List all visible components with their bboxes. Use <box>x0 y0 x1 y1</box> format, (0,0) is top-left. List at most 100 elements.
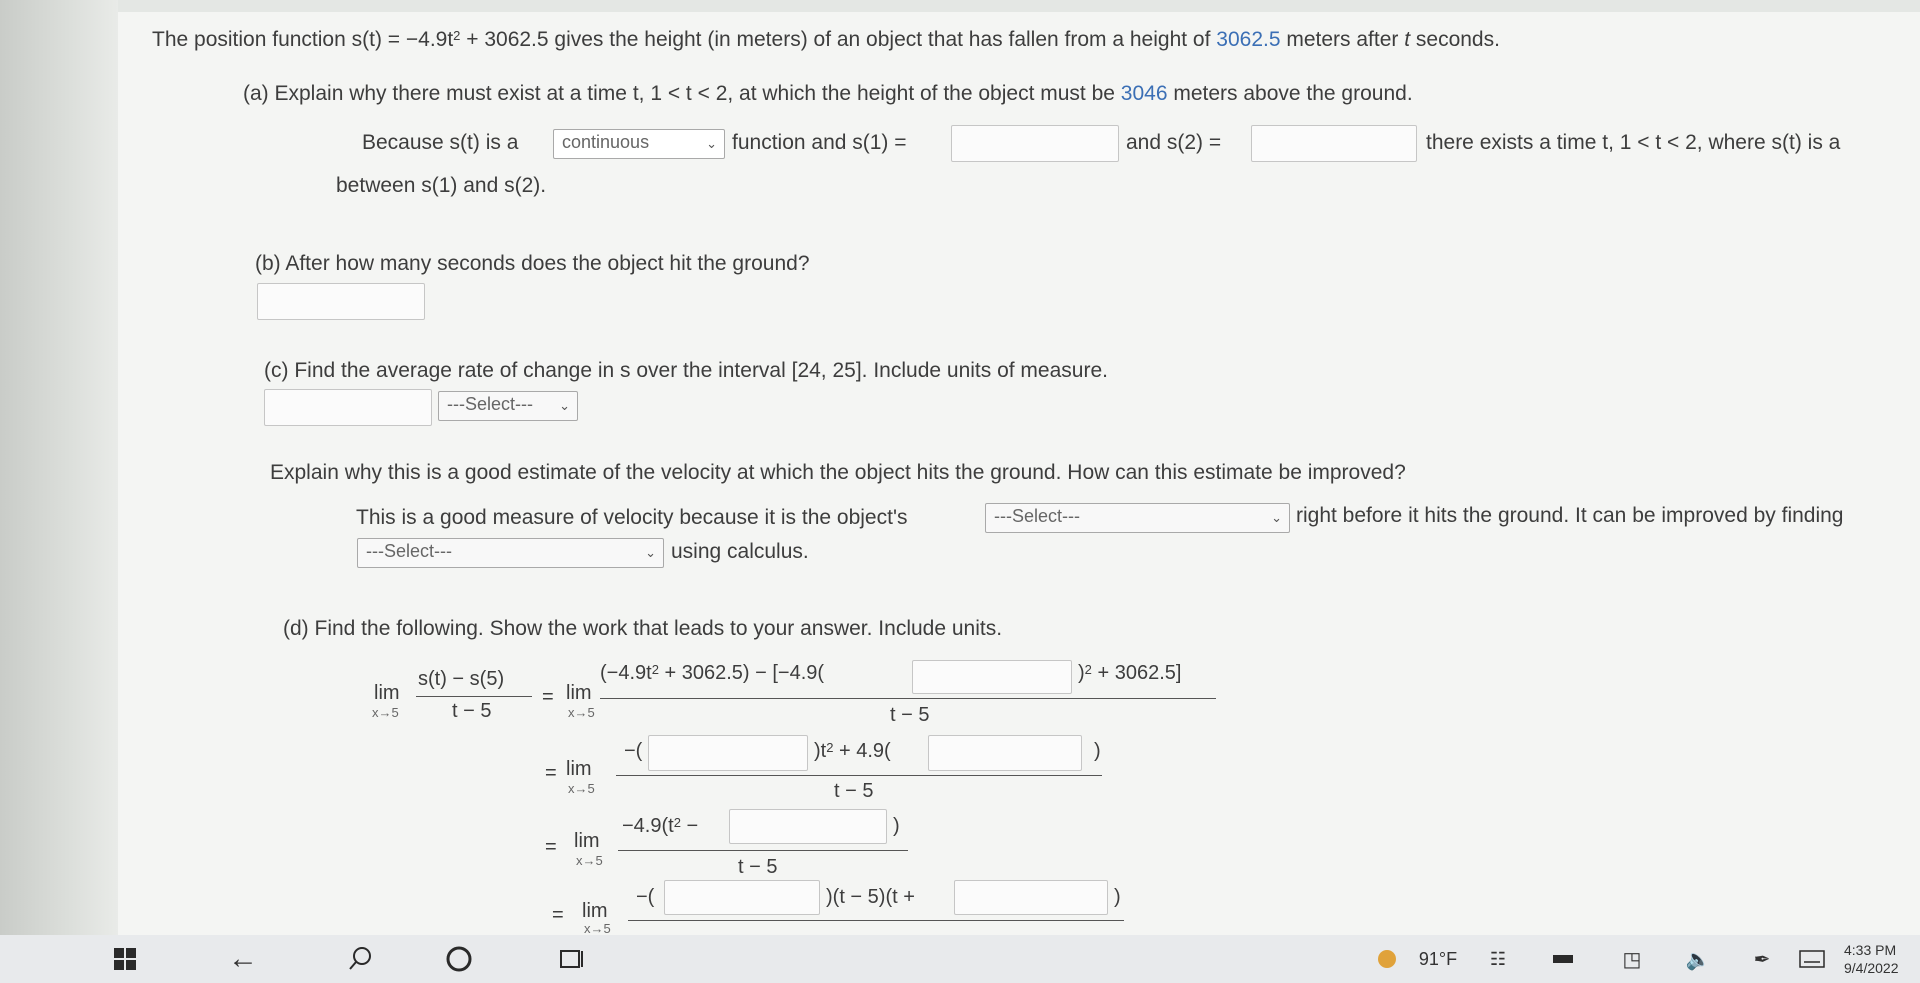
line3-open: −4.9(t2 − <box>622 815 698 838</box>
clock[interactable]: 4:33 PM 9/4/2022 <box>1844 935 1920 983</box>
line3-close: ) <box>893 815 900 837</box>
velocity-reason-select[interactable]: ---Select--- ⌄ <box>985 503 1290 533</box>
line2-input-1[interactable] <box>648 735 808 771</box>
line1-part-c: ) <box>1078 662 1085 684</box>
lim-2: lim <box>566 758 592 780</box>
continuity-select[interactable]: continuous ⌄ <box>553 129 725 159</box>
improvement-select[interactable]: ---Select--- ⌄ <box>357 538 664 568</box>
search-icon[interactable] <box>336 935 386 983</box>
lhs-denominator: t − 5 <box>452 700 492 722</box>
s2-input[interactable] <box>1251 125 1417 162</box>
line3-sq: 2 <box>673 815 681 830</box>
measure-text: This is a good measure of velocity becau… <box>356 506 908 529</box>
line2-part-b: )t <box>814 740 827 762</box>
line2-fraction-bar <box>616 775 1102 776</box>
windows-taskbar: ← 91°F ☷ ◳ 🔈 ✒ 4:33 PM 9/4/2022 <box>0 935 1920 983</box>
line1-sq-1: 2 <box>651 662 659 677</box>
line4-fraction-bar <box>628 920 1124 921</box>
back-arrow-icon[interactable]: ← <box>218 935 268 983</box>
line1-part-a: (−4.9t <box>600 662 652 684</box>
line4-middle: )(t − 5)(t + <box>826 886 915 908</box>
s1-input[interactable] <box>951 125 1119 162</box>
line4-input-1[interactable] <box>664 880 820 915</box>
line4-input-2[interactable] <box>954 880 1108 915</box>
line2-middle: )t2 + 4.9( <box>814 740 891 763</box>
there-exists-label: there exists a time t, 1 < t < 2, where … <box>1426 131 1841 154</box>
clock-date: 9/4/2022 <box>1844 960 1899 976</box>
right-before-text: right before it hits the ground. It can … <box>1296 504 1844 527</box>
lhs-numerator: s(t) − s(5) <box>418 668 505 690</box>
units-select[interactable]: ---Select--- ⌄ <box>438 391 578 421</box>
wifi-icon[interactable]: ◳ <box>1614 935 1650 983</box>
velocity-reason-select-value: ---Select--- <box>994 506 1080 526</box>
ground-time-input[interactable] <box>257 283 425 320</box>
cortana-icon[interactable] <box>434 935 484 983</box>
line2-part-c: + 4.9( <box>833 740 891 762</box>
explain-question: Explain why this is a good estimate of t… <box>270 461 1406 484</box>
screen-left-bezel <box>0 0 118 935</box>
intro-text-4: seconds. <box>1410 28 1500 51</box>
eq-3: = <box>545 836 557 858</box>
eq-2: = <box>545 762 557 784</box>
part-b-question: (b) After how many seconds does the obje… <box>255 252 810 275</box>
line1-numerator: (−4.9t2 + 3062.5) − [−4.9( <box>600 662 824 685</box>
lim-4-sub: x→5 <box>584 921 611 936</box>
weather-icon[interactable] <box>1372 935 1402 983</box>
line3-part-a: −4.9(t <box>622 815 674 837</box>
chevron-down-icon: ⌄ <box>706 136 717 151</box>
problem-statement: The position function s(t) = −4.9t2 + 30… <box>152 28 1500 52</box>
eq-1: = <box>542 686 554 708</box>
average-rate-input[interactable] <box>264 389 432 426</box>
line3-part-b: − <box>680 815 699 837</box>
line2-denominator: t − 5 <box>834 780 874 802</box>
line1-part-d: + 3062.5] <box>1091 662 1182 684</box>
lim-3-sub: x→5 <box>576 853 603 868</box>
lhs-lim: lim <box>374 682 400 704</box>
part-a-value: 3046 <box>1120 82 1168 105</box>
eq-4: = <box>552 904 564 926</box>
improvement-select-value: ---Select--- <box>366 541 452 561</box>
line1-fraction-bar <box>600 698 1216 699</box>
pen-icon[interactable]: ✒ <box>1744 935 1780 983</box>
line1-part-b: + 3062.5) − [−4.9( <box>658 662 825 684</box>
chevron-down-icon: ⌄ <box>1271 510 1282 525</box>
line1-input[interactable] <box>912 660 1072 694</box>
chevron-down-icon: ⌄ <box>559 398 570 413</box>
volume-icon[interactable]: 🔈 <box>1680 935 1716 983</box>
line2-close: ) <box>1094 740 1101 762</box>
temperature-readout[interactable]: 91°F <box>1408 935 1468 983</box>
intro-text-2: + 3062.5 gives the height (in meters) of… <box>460 28 1217 51</box>
using-calculus-text: using calculus. <box>671 540 809 563</box>
lim-4: lim <box>582 900 608 922</box>
intro-text-1: The position function s(t) = −4.9t <box>152 28 454 51</box>
line1-tail: )2 + 3062.5] <box>1078 662 1181 685</box>
part-d-question: (d) Find the following. Show the work th… <box>283 617 1003 640</box>
keyboard-icon[interactable] <box>1794 935 1830 983</box>
and-s2-label: and s(2) = <box>1126 131 1222 154</box>
line4-open: −( <box>636 886 655 908</box>
part-a-text-1: (a) Explain why there must exist at a ti… <box>243 82 1121 105</box>
people-icon[interactable]: ☷ <box>1480 935 1516 983</box>
because-label: Because s(t) is a <box>362 131 519 154</box>
intro-text-3: meters after <box>1280 28 1405 51</box>
lhs-fraction-bar <box>416 696 532 697</box>
battery-icon[interactable] <box>1546 935 1582 983</box>
lim-1-sub: x→5 <box>568 705 595 720</box>
line3-denominator: t − 5 <box>738 856 778 878</box>
line2-input-2[interactable] <box>928 735 1082 771</box>
lim-3: lim <box>574 830 600 852</box>
line2-open: −( <box>624 740 643 762</box>
windows-start-icon[interactable] <box>100 935 150 983</box>
screen-top-bezel <box>0 0 1920 12</box>
between-label: between s(1) and s(2). <box>336 174 547 197</box>
units-select-value: ---Select--- <box>447 394 533 414</box>
function-and-label: function and s(1) = <box>732 131 907 154</box>
chevron-down-icon: ⌄ <box>645 545 656 560</box>
part-a-text-2: meters above the ground. <box>1167 82 1413 105</box>
task-view-icon[interactable] <box>546 935 596 983</box>
intro-height-value: 3062.5 <box>1216 28 1281 51</box>
part-a-question: (a) Explain why there must exist at a ti… <box>243 82 1413 106</box>
line1-denominator: t − 5 <box>890 704 930 726</box>
line3-input[interactable] <box>729 809 887 844</box>
lhs-lim-sub: x→5 <box>372 705 399 720</box>
